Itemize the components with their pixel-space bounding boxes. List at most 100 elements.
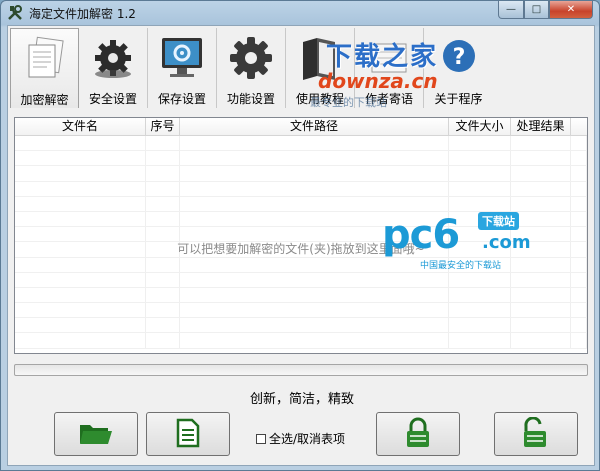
table-cell: [146, 272, 180, 287]
column-header-index[interactable]: 序号: [146, 118, 180, 136]
tab-about[interactable]: ? 关于程序: [424, 28, 493, 108]
tab-label: 作者寄语: [364, 92, 413, 106]
tab-label: 关于程序: [434, 92, 483, 106]
table-cell: [449, 181, 511, 196]
table-cell: [511, 136, 571, 151]
table-cell: [15, 151, 146, 166]
open-folder-button[interactable]: [54, 412, 138, 456]
tab-encrypt-decrypt[interactable]: 加密解密: [10, 28, 79, 108]
column-header-filename[interactable]: 文件名: [15, 118, 146, 136]
column-header-size[interactable]: 文件大小: [449, 118, 511, 136]
tab-tutorial[interactable]: 使用教程: [286, 28, 355, 108]
app-window: 海定文件加解密 1.2 — □ ✕ 加密解密 安全设置 保存设置 功能设置 使用…: [0, 0, 600, 471]
tab-label: 保存设置: [157, 92, 206, 106]
table-cell: [511, 318, 571, 333]
drop-hint: 可以把想要加解密的文件(夹)拖放到这里面哦~: [177, 242, 425, 256]
table-cell: [571, 318, 587, 333]
table-row: [15, 272, 587, 288]
column-header-path[interactable]: 文件路径: [180, 118, 449, 136]
column-header-result[interactable]: 处理结果: [511, 118, 571, 136]
table-row: [15, 287, 587, 304]
main-toolbar: 加密解密 安全设置 保存设置 功能设置 使用教程 作者寄语 ? 关于程序: [10, 28, 493, 108]
file-table[interactable]: 文件名 序号 文件路径 文件大小 处理结果 可以把想要加解密的文件(夹)拖放到这…: [14, 117, 588, 354]
tab-function-settings[interactable]: 功能设置: [217, 28, 286, 108]
table-cell: [146, 151, 180, 166]
tab-save-settings[interactable]: 保存设置: [148, 28, 217, 108]
table-cell: [15, 136, 146, 151]
table-cell: [15, 257, 146, 272]
tab-label: 功能设置: [226, 92, 275, 106]
table-cell: [449, 303, 511, 318]
table-cell: [15, 181, 146, 196]
monitor-settings-icon: [156, 32, 208, 84]
table-cell: [146, 211, 180, 227]
table-cell: [511, 272, 571, 287]
select-all-label: 全选/取消表项: [269, 432, 346, 446]
table-row: [15, 136, 587, 152]
table-cell: [146, 181, 180, 196]
table-row: [15, 333, 587, 349]
table-cell: [449, 257, 511, 272]
table-cell: [180, 257, 449, 272]
table-cell: [571, 181, 587, 196]
table-cell: [511, 333, 571, 348]
table-cell: [146, 166, 180, 181]
table-cell: [571, 211, 587, 227]
table-row: [15, 196, 587, 212]
table-cell: [511, 196, 571, 211]
minimize-button[interactable]: —: [498, 1, 524, 19]
table-cell: [180, 181, 449, 196]
table-cell: [571, 287, 587, 303]
letter-icon: [363, 32, 415, 84]
table-cell: [180, 333, 449, 348]
table-row: [15, 303, 587, 319]
table-cell: [449, 287, 511, 303]
slogan-text: 创新，简洁，精致: [249, 392, 354, 407]
minimize-icon: —: [506, 4, 516, 15]
book-icon: [294, 32, 346, 84]
maximize-button[interactable]: □: [524, 1, 549, 19]
encrypt-button[interactable]: [376, 412, 460, 456]
table-cell: [146, 257, 180, 272]
close-button[interactable]: ✕: [549, 1, 593, 19]
table-cell: [571, 333, 587, 348]
table-cell: [449, 211, 511, 227]
tab-author-message[interactable]: 作者寄语: [355, 28, 424, 108]
checkbox-box[interactable]: [256, 433, 266, 444]
title-bar[interactable]: 海定文件加解密 1.2 — □ ✕: [1, 1, 599, 25]
table-cell: [15, 287, 146, 303]
decrypt-button[interactable]: [494, 412, 578, 456]
table-cell: [571, 166, 587, 181]
table-cell: [15, 303, 146, 318]
table-cell: [571, 151, 587, 166]
folder-open-icon: [78, 419, 114, 450]
table-row: [15, 181, 587, 197]
table-cell: [449, 166, 511, 181]
table-cell: [511, 166, 571, 181]
table-cell: [180, 151, 449, 166]
table-cell: [449, 136, 511, 151]
table-cell: [180, 272, 449, 287]
table-row: [15, 318, 587, 334]
table-cell: [15, 318, 146, 333]
select-all-checkbox[interactable]: 全选/取消表项: [256, 430, 345, 447]
table-cell: [180, 318, 449, 333]
table-cell: [180, 287, 449, 303]
table-cell: [571, 196, 587, 211]
table-cell: [180, 211, 449, 227]
table-cell: [571, 136, 587, 151]
table-cell: [146, 136, 180, 151]
lock-open-icon: [520, 415, 552, 452]
tab-security-settings[interactable]: 安全设置: [79, 28, 148, 108]
lock-closed-icon: [405, 417, 431, 452]
open-file-button[interactable]: [146, 412, 230, 456]
table-cell: [449, 333, 511, 348]
table-row: [15, 166, 587, 182]
window-title: 海定文件加解密 1.2: [29, 6, 136, 21]
tab-label: 使用教程: [295, 92, 344, 106]
table-cell: [449, 272, 511, 287]
table-cell: [180, 303, 449, 318]
documents-icon: [19, 33, 71, 85]
table-cell: [449, 196, 511, 211]
table-cell: [511, 181, 571, 196]
